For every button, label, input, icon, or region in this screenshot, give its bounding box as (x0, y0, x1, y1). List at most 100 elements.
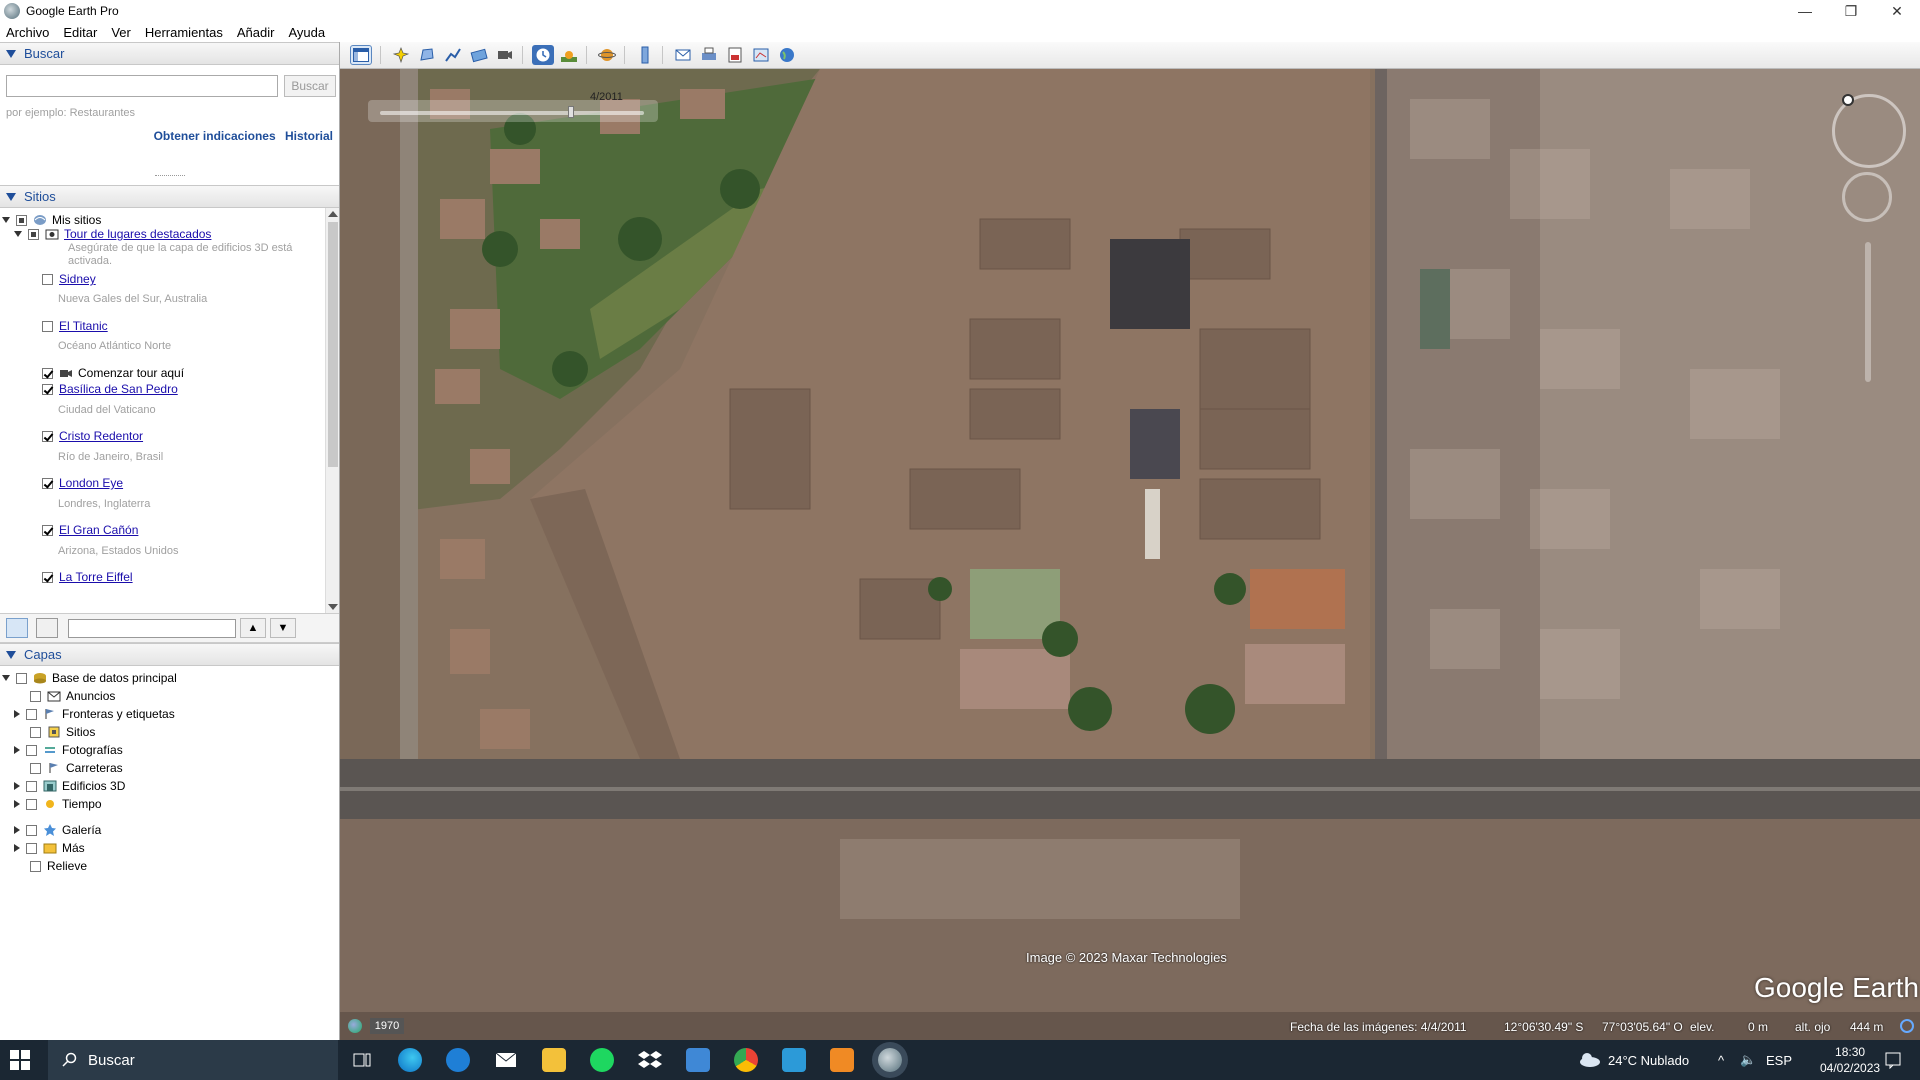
expand-arrow-icon[interactable] (2, 217, 10, 223)
sunlight-button[interactable] (558, 45, 580, 65)
checkbox[interactable] (30, 860, 41, 872)
history-link[interactable]: Historial (285, 129, 333, 143)
checkbox[interactable] (42, 571, 53, 583)
satellite-imagery[interactable] (340, 69, 1920, 1040)
checkbox[interactable] (42, 320, 53, 332)
volume-icon[interactable]: 🔈 (1740, 1040, 1756, 1080)
place-link[interactable]: Sidney (59, 272, 96, 286)
time-slider-knob[interactable] (568, 106, 574, 118)
layer-item[interactable]: Relieve (30, 858, 87, 874)
checkbox[interactable] (42, 524, 53, 536)
directions-link[interactable]: Obtener indicaciones (154, 129, 276, 143)
expand-arrow-icon[interactable] (14, 231, 22, 237)
checkbox[interactable] (42, 477, 53, 489)
taskbar-search[interactable]: Buscar (48, 1040, 338, 1080)
minimize-button[interactable]: — (1782, 0, 1828, 22)
add-polygon-button[interactable] (416, 45, 438, 65)
language-indicator[interactable]: ESP (1766, 1040, 1792, 1080)
earth-gallery-button[interactable] (776, 45, 798, 65)
search-section-header[interactable]: Buscar (0, 42, 339, 65)
checkbox[interactable] (28, 228, 39, 240)
add-overlay-button[interactable] (468, 45, 490, 65)
time-slider-track[interactable] (380, 111, 644, 115)
checkbox[interactable] (26, 708, 37, 720)
weather-widget[interactable]: 24°C Nublado (1578, 1040, 1689, 1080)
search-button[interactable]: Buscar (284, 75, 336, 97)
task-view-icon[interactable] (350, 1048, 374, 1072)
menu-anadir[interactable]: Añadir (237, 25, 275, 40)
layer-item[interactable]: Galería (14, 822, 101, 838)
checkbox[interactable] (16, 672, 27, 684)
place-item[interactable]: Cristo Redentor (42, 428, 143, 444)
place-link[interactable]: El Titanic (59, 319, 108, 333)
email-button[interactable] (672, 45, 694, 65)
move-up-button[interactable]: ▲ (240, 618, 266, 638)
checkbox[interactable] (42, 367, 53, 379)
move-down-button[interactable]: ▼ (270, 618, 296, 638)
checkbox[interactable] (42, 383, 53, 395)
google-earth-taskbar-icon[interactable] (878, 1048, 902, 1072)
layer-root[interactable]: Base de datos principal (2, 670, 177, 686)
historical-imagery-button[interactable] (532, 45, 554, 65)
expand-arrow-icon[interactable] (14, 710, 20, 718)
place-link[interactable]: La Torre Eiffel (59, 570, 133, 584)
place-item[interactable]: London Eye (42, 475, 123, 491)
place-item[interactable]: Comenzar tour aquí (42, 365, 184, 381)
app-installer-icon[interactable] (782, 1048, 806, 1072)
mail-icon[interactable] (494, 1048, 518, 1072)
layer-item[interactable]: Carreteras (30, 760, 123, 776)
expand-arrow-icon[interactable] (14, 826, 20, 834)
expand-arrow-icon[interactable] (14, 746, 20, 754)
add-placemark-button[interactable] (390, 45, 412, 65)
expand-arrow-icon[interactable] (14, 800, 20, 808)
layer-item[interactable]: Fotografías (14, 742, 123, 758)
place-item[interactable]: Sidney (42, 271, 96, 287)
checkbox[interactable] (42, 430, 53, 442)
notifications-icon[interactable] (1884, 1040, 1902, 1080)
windows-start-icon[interactable] (10, 1050, 30, 1070)
places-section-header[interactable]: Sitios (0, 185, 339, 208)
checkbox[interactable] (42, 273, 53, 285)
checkbox[interactable] (30, 762, 41, 774)
tray-chevron-icon[interactable]: ^ (1718, 1040, 1724, 1080)
time-slider[interactable] (368, 100, 658, 122)
internet-explorer-icon[interactable] (446, 1048, 470, 1072)
save-image-button[interactable] (724, 45, 746, 65)
place-link[interactable]: London Eye (59, 476, 123, 490)
layers-section-header[interactable]: Capas (0, 643, 339, 666)
chrome-icon[interactable] (734, 1048, 758, 1072)
menu-ver[interactable]: Ver (111, 25, 131, 40)
expand-arrow-icon[interactable] (14, 782, 20, 790)
place-link[interactable]: Basílica de San Pedro (59, 382, 178, 396)
checkbox[interactable] (30, 726, 41, 738)
layer-item[interactable]: Más (14, 840, 85, 856)
tour-link[interactable]: Tour de lugares destacados (64, 227, 211, 241)
menu-herramientas[interactable]: Herramientas (145, 25, 223, 40)
clock[interactable]: 18:30 04/02/2023 (1820, 1040, 1880, 1080)
print-button[interactable] (698, 45, 720, 65)
resize-grip[interactable] (155, 175, 185, 177)
map-view[interactable]: 4/2011 Image © 2023 Maxar Technologies G… (340, 42, 1920, 1040)
tree-row-tour[interactable]: Tour de lugares destacados (14, 226, 211, 242)
checkbox[interactable] (30, 690, 41, 702)
compass-ring[interactable] (1832, 94, 1906, 168)
pan-control[interactable] (1842, 172, 1892, 222)
scroll-down-icon[interactable] (328, 604, 338, 610)
file-explorer-icon[interactable] (542, 1048, 566, 1072)
places-filter-input[interactable] (68, 619, 236, 638)
layer-item[interactable]: Edificios 3D (14, 778, 125, 794)
edge-icon[interactable] (398, 1048, 422, 1072)
expand-arrow-icon[interactable] (2, 675, 10, 681)
dropbox-icon[interactable] (638, 1048, 662, 1072)
scroll-up-icon[interactable] (328, 211, 338, 217)
menu-ayuda[interactable]: Ayuda (288, 25, 325, 40)
record-tour-button[interactable] (494, 45, 516, 65)
menu-archivo[interactable]: Archivo (6, 25, 49, 40)
layer-item[interactable]: Sitios (30, 724, 95, 740)
search-input[interactable] (6, 75, 278, 97)
spotify-icon[interactable] (590, 1048, 614, 1072)
sidebar-toggle-button[interactable] (350, 45, 372, 65)
place-item[interactable]: El Titanic (42, 318, 108, 334)
layer-item[interactable]: Tiempo (14, 796, 102, 812)
north-icon[interactable] (1842, 94, 1854, 106)
